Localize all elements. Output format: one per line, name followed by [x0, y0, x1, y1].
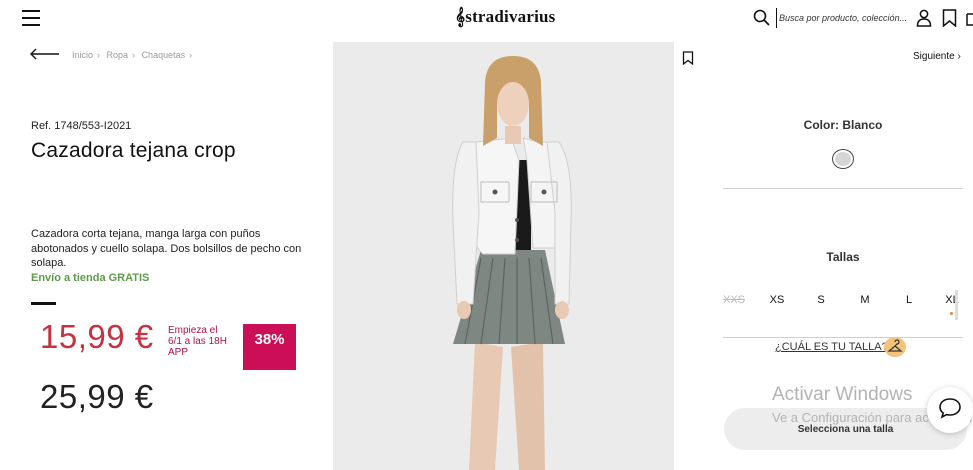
- size-option[interactable]: XS: [762, 294, 792, 306]
- size-option[interactable]: L: [894, 294, 924, 306]
- next-product-link[interactable]: Siguiente ›: [913, 51, 961, 62]
- cart-icon[interactable]: [966, 10, 973, 31]
- hanger-icon[interactable]: [884, 337, 906, 357]
- windows-watermark-title: Activar Windows: [772, 384, 913, 405]
- next-label: Siguiente: [913, 51, 955, 62]
- chevron-right-icon: ›: [97, 50, 101, 60]
- divider: [723, 188, 963, 189]
- wishlist-icon[interactable]: [682, 51, 694, 70]
- original-price: 25,99 €: [40, 378, 154, 415]
- shipping-info: Envío a tienda GRATIS: [31, 272, 150, 284]
- sizes-label: Tallas: [826, 250, 860, 264]
- search-input[interactable]: [776, 8, 906, 28]
- size-option[interactable]: XL: [937, 294, 967, 306]
- size-option[interactable]: M: [850, 294, 880, 306]
- low-stock-dot: [950, 312, 953, 315]
- divider: [723, 337, 963, 338]
- color-label: Color: Blanco: [803, 118, 883, 132]
- wishlist-icon[interactable]: [942, 9, 957, 32]
- logo-text: stradivarius: [465, 7, 556, 26]
- breadcrumb-item[interactable]: Inicio: [72, 50, 93, 60]
- chevron-right-icon: ›: [132, 50, 136, 60]
- header: 𝄞stradivarius: [0, 0, 973, 40]
- product-title: Cazadora tejana crop: [31, 139, 236, 162]
- product-description: Cazadora corta tejana, manga larga con p…: [31, 228, 302, 270]
- menu-icon[interactable]: [22, 10, 40, 26]
- logo[interactable]: 𝄞stradivarius: [455, 7, 556, 27]
- product-photo[interactable]: [333, 42, 674, 470]
- scrollbar[interactable]: [955, 290, 958, 320]
- promo-text: Empieza el 6/1 a las 18H APP: [168, 325, 227, 358]
- chevron-right-icon: ›: [189, 50, 193, 60]
- product-ref: Ref. 1748/553-I2021: [31, 120, 132, 132]
- breadcrumb-item[interactable]: Chaquetas: [142, 50, 186, 60]
- sale-price: 15,99 €: [40, 318, 154, 355]
- size-guide-link[interactable]: ¿CUÁL ES TU TALLA?: [775, 341, 888, 353]
- discount-badge: 38%: [243, 324, 296, 370]
- back-arrow-icon[interactable]: [30, 47, 60, 65]
- search-icon[interactable]: [753, 9, 770, 31]
- chat-bubble-icon: [938, 397, 962, 424]
- chat-button[interactable]: [927, 387, 973, 433]
- breadcrumb: Inicio › Ropa › Chaquetas ›: [72, 50, 196, 60]
- size-option: XXS: [722, 294, 745, 306]
- size-option[interactable]: S: [806, 294, 836, 306]
- breadcrumb-item[interactable]: Ropa: [107, 50, 129, 60]
- divider: [31, 302, 56, 305]
- color-swatch[interactable]: [832, 149, 854, 169]
- user-icon[interactable]: [916, 9, 932, 32]
- treble-clef-icon: 𝄞: [455, 7, 466, 26]
- chevron-right-icon: ›: [957, 51, 961, 62]
